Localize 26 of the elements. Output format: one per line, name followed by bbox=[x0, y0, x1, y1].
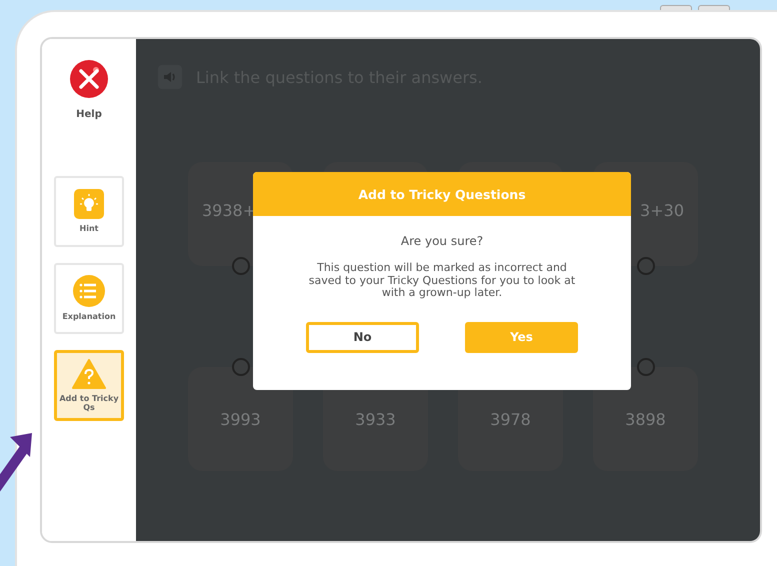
tool-button[interactable]: Add to Tricky Qs bbox=[54, 350, 124, 421]
tool-button[interactable]: Hint bbox=[54, 176, 124, 247]
tool-button[interactable]: Explanation bbox=[54, 263, 124, 334]
answer-text: 3933 bbox=[355, 410, 396, 428]
link-point[interactable] bbox=[637, 358, 655, 376]
cancel-button[interactable]: No bbox=[306, 322, 419, 353]
answer-text: 3898 bbox=[625, 410, 666, 428]
question-text: 3+30 bbox=[640, 200, 684, 220]
question-text: 3938+ bbox=[202, 200, 256, 220]
speaker-icon[interactable] bbox=[158, 65, 182, 89]
answer-card[interactable]: 3993 bbox=[188, 367, 293, 471]
close-icon[interactable] bbox=[69, 59, 109, 99]
dialog-message: This question will be marked as incorrect and saved to your Tricky Questions for you to look at with a grown-up later. bbox=[308, 262, 576, 300]
answer-text: 3993 bbox=[220, 410, 261, 428]
warning-icon bbox=[72, 358, 106, 389]
link-point[interactable] bbox=[232, 257, 250, 275]
link-point[interactable] bbox=[232, 358, 250, 376]
lightbulb-icon bbox=[74, 189, 104, 220]
help-label: Help bbox=[76, 109, 102, 120]
link-point[interactable] bbox=[637, 257, 655, 275]
answer-card[interactable]: 3898 bbox=[593, 367, 698, 471]
answer-text: 3978 bbox=[490, 410, 531, 428]
dialog-question: Are you sure? bbox=[400, 234, 484, 248]
list-icon bbox=[73, 275, 105, 308]
dialog-title: Add to Tricky Questions bbox=[358, 186, 526, 202]
confirm-button[interactable]: Yes bbox=[465, 322, 578, 353]
